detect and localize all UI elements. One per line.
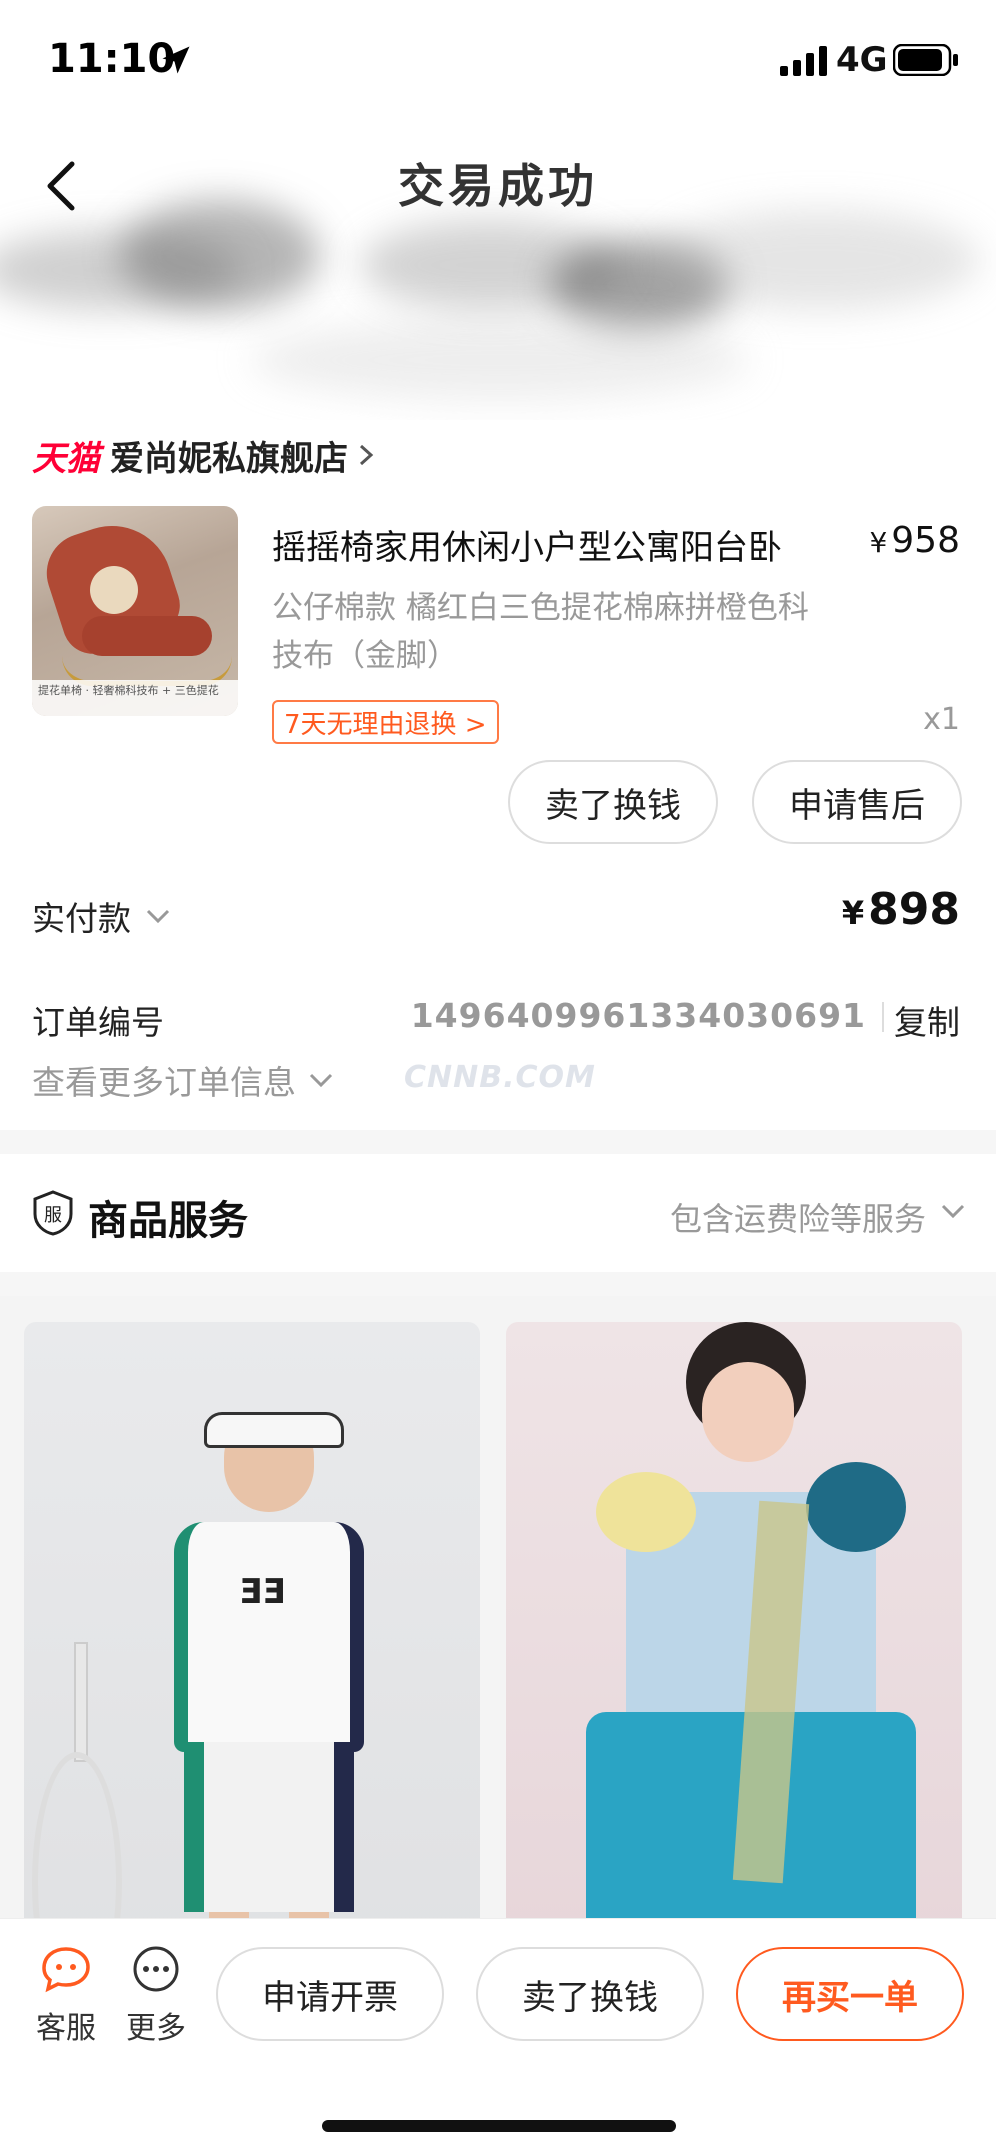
shop-name: 爱尚妮私旗舰店 xyxy=(110,438,348,479)
order-number: 1496409961334030691 xyxy=(410,996,866,1035)
service-note: 包含运费险等服务 xyxy=(669,1200,926,1238)
page-title: 交易成功 xyxy=(398,159,598,213)
return-policy-tag[interactable]: 7天无理由退换 > xyxy=(272,700,499,744)
product-sku: 公仔棉款 橘红白三色提花棉麻拼橙色科技布（金脚） xyxy=(272,590,809,674)
more-order-info-label: 查看更多订单信息 xyxy=(32,1063,296,1102)
recommend-card[interactable] xyxy=(506,1322,962,2022)
buy-again-button[interactable]: 再买一单 xyxy=(736,1947,964,2041)
customer-service-button[interactable]: 客服 xyxy=(26,1945,106,2047)
more-order-info-toggle[interactable]: 查看更多订单信息 xyxy=(32,1056,334,1104)
product-price: ¥958 xyxy=(869,520,960,561)
child-face xyxy=(702,1362,794,1462)
status-bar: 11:10 4G xyxy=(0,0,996,120)
shirt-logo: ƎƎ xyxy=(239,1572,286,1612)
status-time: 11:10 xyxy=(48,36,176,82)
paid-amount: ¥898 xyxy=(841,884,960,935)
service-title: 商品服务 xyxy=(88,1198,248,1244)
svg-text:服: 服 xyxy=(44,1205,62,1226)
cellular-signal-icon xyxy=(780,46,827,76)
after-sale-button[interactable]: 申请售后 xyxy=(752,760,962,844)
sell-item-button[interactable]: 卖了换钱 xyxy=(508,760,718,844)
chevron-down-icon xyxy=(146,909,170,924)
location-arrow-icon xyxy=(162,46,190,74)
sell-item-button[interactable]: 卖了换钱 xyxy=(476,1947,704,2041)
product-image-caption: 提花单椅 · 轻奢棉科技布 + 三色提花 xyxy=(32,680,238,716)
paid-amount-toggle[interactable]: 实付款 xyxy=(32,892,171,940)
chevron-down-icon xyxy=(941,1204,965,1219)
product-title[interactable]: 摇摇椅家用休闲小户型公寓阳台卧 xyxy=(272,520,832,569)
watermark: CNNB.COM xyxy=(404,1060,596,1095)
product-quantity: x1 xyxy=(923,702,960,737)
more-button[interactable]: 更多 xyxy=(116,1945,196,2047)
section-divider xyxy=(0,1272,996,1296)
service-row[interactable]: 服 商品服务 包含运费险等服务 xyxy=(0,1154,996,1272)
tmall-logo: 天猫 xyxy=(32,438,100,479)
customer-service-label: 客服 xyxy=(36,2011,96,2046)
divider xyxy=(882,1002,884,1032)
service-shield-icon: 服 xyxy=(33,1190,73,1236)
paid-label: 实付款 xyxy=(32,899,131,938)
order-number-label: 订单编号 xyxy=(32,1003,164,1042)
product-image[interactable]: 提花单椅 · 轻奢棉科技布 + 三色提花 xyxy=(32,506,238,716)
chevron-right-icon xyxy=(359,444,374,466)
more-label: 更多 xyxy=(126,2011,186,2046)
section-divider xyxy=(0,1130,996,1154)
recommend-card[interactable]: ƎƎ xyxy=(24,1322,480,2022)
visor-cap xyxy=(204,1412,344,1448)
network-type: 4G xyxy=(836,40,888,80)
copy-button[interactable]: 复制 xyxy=(894,996,960,1044)
request-invoice-button[interactable]: 申请开票 xyxy=(216,1947,444,2041)
chevron-down-icon xyxy=(309,1073,333,1088)
tennis-racket xyxy=(74,1642,88,1762)
battery-icon xyxy=(893,44,958,76)
home-indicator[interactable] xyxy=(322,2120,676,2132)
shop-link[interactable]: 天猫 爱尚妮私旗舰店 xyxy=(32,430,376,480)
more-dots-icon xyxy=(133,1946,179,1992)
recommendation-grid: ƎƎ xyxy=(0,1296,996,2022)
customer-service-icon xyxy=(42,1947,90,1993)
